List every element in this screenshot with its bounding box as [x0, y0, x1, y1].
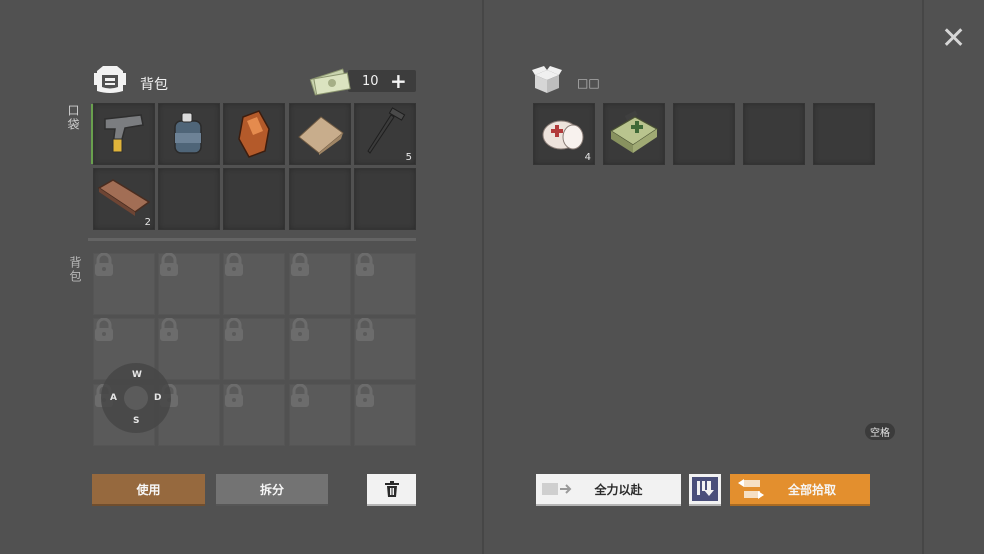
backpack-slot-locked [289, 384, 351, 446]
pocket-slot-5[interactable]: 5 [354, 103, 416, 165]
lock-icon [356, 253, 374, 276]
joystick-up-label: W [132, 370, 142, 380]
backpack-slot-locked [93, 253, 155, 315]
split-button[interactable]: 拆分 [216, 474, 328, 506]
lock-icon [225, 384, 243, 407]
money-display: 10 + [348, 70, 416, 92]
take-all-label: 全部拾取 [787, 482, 836, 497]
joystick-knob[interactable] [124, 386, 148, 410]
cash-icon [309, 64, 353, 100]
close-icon[interactable]: ✕ [941, 24, 966, 54]
movement-joystick[interactable]: W A D S [101, 363, 171, 433]
first-aid-kit-icon [609, 110, 659, 153]
space-key-hint: 空格 [865, 423, 895, 440]
take-all-effort-button[interactable]: 全力以赴 [536, 474, 681, 506]
pocket-slot-10[interactable] [354, 168, 416, 230]
backpack-header-icon [93, 63, 127, 99]
pocket-label: 口袋 [66, 104, 80, 132]
backpack-slot-locked [354, 253, 416, 315]
pocket-slot-4[interactable] [289, 103, 351, 165]
backpack-slot-locked [158, 253, 220, 315]
loot-slot-1[interactable]: 4 [533, 103, 595, 165]
pocket-slot-2[interactable] [158, 103, 220, 165]
loot-slot-2[interactable] [603, 103, 665, 165]
trash-icon [384, 481, 399, 497]
copper-ore-icon [238, 110, 270, 158]
pocket-slot-7[interactable] [158, 168, 220, 230]
loot-slot-5[interactable] [813, 103, 875, 165]
backpack-slot-locked [223, 253, 285, 315]
take-all-button[interactable]: 全部拾取 [730, 474, 870, 506]
section-separator [88, 238, 416, 241]
pistol-icon [104, 114, 144, 153]
panel-divider-left [482, 0, 484, 554]
item-count: 4 [584, 152, 591, 163]
sort-button[interactable] [689, 474, 721, 506]
lock-icon [356, 318, 374, 341]
money-amount: 10 [362, 73, 379, 89]
take-all-effort-label: 全力以赴 [594, 482, 643, 497]
use-button[interactable]: 使用 [92, 474, 205, 506]
lock-icon [291, 318, 309, 341]
lock-icon [160, 253, 178, 276]
backpack-slot-locked [223, 384, 285, 446]
backpack-slot-locked [289, 318, 351, 380]
backpack-slot-locked [289, 253, 351, 315]
loot-slot-3[interactable] [673, 103, 735, 165]
loot-box-icon [532, 66, 562, 98]
backpack-slot-locked [354, 318, 416, 380]
transfer-box-icon [542, 483, 572, 495]
lock-icon [95, 253, 113, 276]
backpack-title: 背包 [140, 77, 168, 93]
joystick-down-label: S [133, 416, 140, 426]
backpack-slot-locked [223, 318, 285, 380]
add-money-button[interactable]: + [390, 71, 407, 91]
panel-divider-right [922, 0, 924, 554]
loot-title: □□ [577, 76, 600, 90]
swap-arrows-icon [738, 479, 764, 499]
backpack-label: 背包 [68, 256, 82, 284]
backpack-slot-locked [354, 384, 416, 446]
joystick-left-label: A [110, 393, 117, 403]
lock-icon [356, 384, 374, 407]
cloth-icon [298, 116, 344, 155]
backpack-slot-locked [158, 318, 220, 380]
item-count: 2 [144, 217, 151, 228]
pocket-slot-3[interactable] [223, 103, 285, 165]
lock-icon [225, 318, 243, 341]
pocket-slot-1[interactable] [93, 103, 155, 165]
delete-button[interactable] [367, 474, 416, 506]
lock-icon [291, 384, 309, 407]
lock-icon [291, 253, 309, 276]
joystick-right-label: D [154, 393, 162, 403]
lock-icon [95, 318, 113, 341]
canteen-icon [174, 112, 202, 154]
pocket-slot-9[interactable] [289, 168, 351, 230]
loot-slot-4[interactable] [743, 103, 805, 165]
lock-icon [225, 253, 243, 276]
sort-down-icon [692, 477, 718, 501]
item-count: 5 [405, 152, 412, 163]
lock-icon [160, 318, 178, 341]
pocket-slot-8[interactable] [223, 168, 285, 230]
pocket-slot-6[interactable]: 2 [93, 168, 155, 230]
